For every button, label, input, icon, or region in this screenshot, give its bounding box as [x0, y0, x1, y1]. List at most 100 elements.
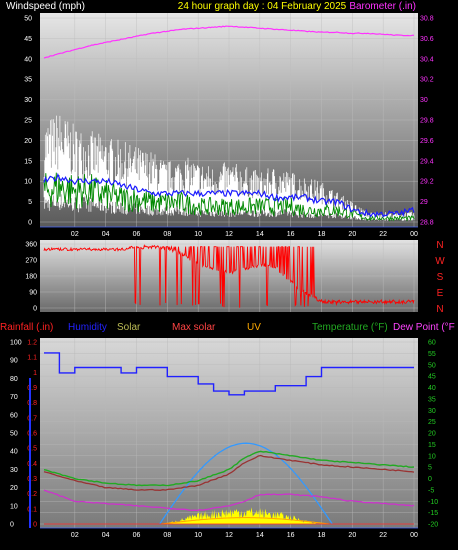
compass-label: W [435, 256, 445, 267]
barometer-y-tick: 29 [420, 199, 428, 206]
temperature-y-tick: 0 [428, 476, 432, 483]
wind-y-tick: 15 [24, 158, 32, 165]
temperature-y-tick: -20 [428, 522, 438, 529]
rainfall-axis-title: Rainfall (.in) [0, 322, 53, 333]
wind-y-tick: 20 [24, 138, 32, 145]
humidity-legend: Humidity [68, 322, 107, 333]
rain-y-tick: 1 [33, 370, 37, 377]
barometer-y-tick: 29.6 [420, 138, 434, 145]
barometer-y-tick: 29.8 [420, 118, 434, 125]
rain-x-tick: 04 [102, 532, 110, 539]
max-solar-legend: Max solar [172, 322, 216, 333]
windspeed-axis-title: Windspeed (mph) [6, 1, 85, 12]
wind-y-tick: 0 [28, 220, 32, 227]
wind-x-tick: 16 [287, 231, 295, 238]
rain-y-tick: 0.8 [27, 400, 37, 407]
humidity-y-tick: 30 [10, 467, 18, 474]
humidity-y-tick: 80 [10, 376, 18, 383]
rain-y-tick: 1.1 [27, 355, 37, 362]
wind-x-tick: 22 [379, 231, 387, 238]
temperature-y-tick: 30 [428, 408, 436, 415]
temperature-y-tick: 10 [428, 453, 436, 460]
temperature-y-tick: 20 [428, 431, 436, 438]
wind-x-tick: 00 [410, 231, 418, 238]
wind-x-tick: 20 [348, 231, 356, 238]
direction-y-tick: 90 [29, 290, 37, 297]
temperature-y-tick: 15 [428, 442, 436, 449]
wind-x-tick: 14 [256, 231, 264, 238]
wind-x-tick: 04 [102, 231, 110, 238]
barometer-axis-title: Barometer (.in) [349, 1, 416, 12]
humidity-y-tick: 90 [10, 358, 18, 365]
rain-x-tick: 00 [410, 532, 418, 539]
humidity-y-tick: 20 [10, 485, 18, 492]
rain-y-tick: 0.9 [27, 385, 37, 392]
temperature-y-tick: 40 [428, 385, 436, 392]
solar-legend: Solar [117, 322, 141, 333]
barometer-y-tick: 30.6 [420, 36, 434, 43]
humidity-y-tick: 100 [10, 340, 22, 347]
rain-x-tick: 20 [348, 532, 356, 539]
wind-x-tick: 18 [318, 231, 326, 238]
wind-x-tick: 12 [225, 231, 233, 238]
temperature-y-tick: 5 [428, 465, 432, 472]
rain-y-tick: 0.2 [27, 491, 37, 498]
rain-x-tick: 12 [225, 532, 233, 539]
rain-y-tick: 0.1 [27, 506, 37, 513]
compass-label: N [436, 240, 443, 251]
rain-x-tick: 08 [163, 532, 171, 539]
rain-x-tick: 18 [318, 532, 326, 539]
temperature-y-tick: 60 [428, 340, 436, 347]
barometer-y-tick: 30.8 [420, 16, 434, 23]
direction-y-tick: 180 [25, 274, 37, 281]
barometer-y-tick: 30.2 [420, 77, 434, 84]
rain-x-tick: 22 [379, 532, 387, 539]
temperature-y-tick: 50 [428, 362, 436, 369]
rain-y-tick: 0.7 [27, 415, 37, 422]
humidity-y-tick: 60 [10, 412, 18, 419]
humidity-y-tick: 70 [10, 394, 18, 401]
weather-graph: Windspeed (mph) 24 hour graph day : 04 Fe… [0, 1, 455, 539]
temperature-legend: Temperature (°F) [312, 322, 388, 333]
rain-y-tick: 0.3 [27, 476, 37, 483]
compass-label: N [436, 304, 443, 315]
temperature-y-tick: 35 [428, 396, 436, 403]
rain-y-tick: 1.2 [27, 340, 37, 347]
humidity-y-tick: 10 [10, 503, 18, 510]
rain-y-tick: 0.4 [27, 461, 37, 468]
direction-y-tick: 0 [33, 306, 37, 313]
wind-y-tick: 10 [24, 179, 32, 186]
barometer-y-tick: 29.4 [420, 158, 434, 165]
wind-x-tick: 10 [194, 231, 202, 238]
humidity-y-tick: 50 [10, 431, 18, 438]
humidity-y-tick: 0 [10, 522, 14, 529]
temperature-y-tick: 25 [428, 419, 436, 426]
temperature-y-tick: -10 [428, 499, 438, 506]
barometer-y-tick: 30 [420, 97, 428, 104]
barometer-y-tick: 29.2 [420, 179, 434, 186]
temperature-y-tick: -5 [428, 487, 434, 494]
wind-x-tick: 08 [163, 231, 171, 238]
rain-x-tick: 06 [133, 532, 141, 539]
direction-y-tick: 270 [25, 258, 37, 265]
temperature-y-tick: 55 [428, 351, 436, 358]
wind-y-tick: 50 [24, 16, 32, 23]
compass-label: S [437, 272, 444, 283]
wind-y-tick: 5 [28, 199, 32, 206]
temperature-y-tick: 45 [428, 374, 436, 381]
humidity-y-tick: 40 [10, 449, 18, 456]
rain-y-tick: 0 [33, 522, 37, 529]
compass-label: E [437, 288, 444, 299]
wind-y-tick: 35 [24, 77, 32, 84]
uv-legend: UV [247, 322, 261, 333]
wind-x-tick: 02 [71, 231, 79, 238]
wind-x-tick: 06 [133, 231, 141, 238]
rain-x-tick: 10 [194, 532, 202, 539]
wind-y-tick: 45 [24, 36, 32, 43]
rain-x-tick: 16 [287, 532, 295, 539]
wind-y-tick: 40 [24, 56, 32, 63]
rain-x-tick: 02 [71, 532, 79, 539]
temperature-y-tick: -15 [428, 510, 438, 517]
dew-point-legend: Dew Point (°F [393, 322, 455, 333]
rain-y-tick: 0.6 [27, 431, 37, 438]
